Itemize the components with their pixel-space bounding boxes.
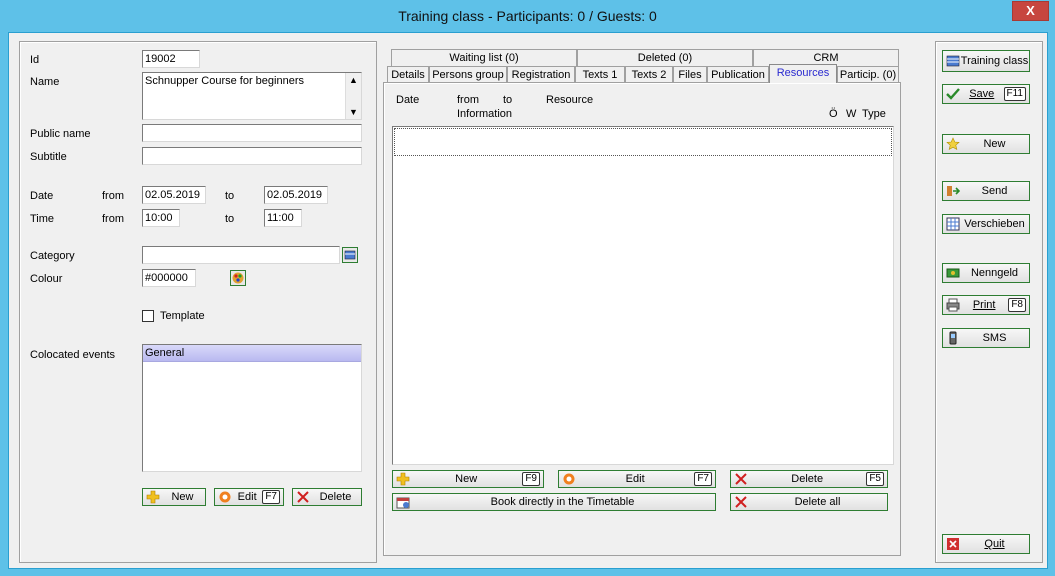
time-to-label: to bbox=[225, 213, 235, 225]
left-panel: Id 19002 Name Schnupper Course for begin… bbox=[19, 41, 377, 563]
star-icon bbox=[946, 137, 960, 151]
date-from-field[interactable]: 02.05.2019 bbox=[142, 186, 206, 204]
subtitle-field[interactable] bbox=[142, 147, 362, 165]
colocated-label: Colocated events bbox=[30, 349, 115, 361]
col-o: Ö bbox=[829, 108, 838, 120]
palette-icon bbox=[232, 272, 244, 284]
category-label: Category bbox=[30, 250, 75, 262]
resource-delete-button[interactable]: Delete F5 bbox=[730, 470, 888, 488]
training-class-button[interactable]: Training class bbox=[942, 50, 1030, 72]
tab-texts-1[interactable]: Texts 1 bbox=[575, 66, 625, 83]
resources-list[interactable] bbox=[392, 126, 894, 465]
delete-icon bbox=[297, 491, 309, 503]
tab-files[interactable]: Files bbox=[673, 66, 707, 83]
quit-button[interactable]: Quit bbox=[942, 534, 1030, 554]
time-from-field[interactable]: 10:00 bbox=[142, 209, 180, 227]
public-name-label: Public name bbox=[30, 128, 91, 140]
grid-icon bbox=[946, 217, 960, 231]
col-type: Type bbox=[862, 108, 886, 120]
col-from: from bbox=[457, 94, 479, 106]
edit-icon bbox=[563, 473, 575, 485]
date-to-field[interactable]: 02.05.2019 bbox=[264, 186, 328, 204]
resource-delete-all-button[interactable]: Delete all bbox=[730, 493, 888, 511]
calendar-icon bbox=[396, 497, 410, 509]
list-icon bbox=[946, 55, 960, 67]
template-checkbox[interactable] bbox=[142, 310, 154, 322]
scroll-down-icon[interactable]: ▼ bbox=[346, 105, 361, 119]
resource-new-button[interactable]: New F9 bbox=[392, 470, 544, 488]
name-field[interactable]: Schnupper Course for beginners ▲ ▼ bbox=[142, 72, 362, 120]
send-button[interactable]: Send bbox=[942, 181, 1030, 201]
tab-particip[interactable]: Particip. (0) bbox=[837, 66, 899, 83]
name-label: Name bbox=[30, 76, 60, 88]
tab-waiting-list[interactable]: Waiting list (0) bbox=[391, 49, 577, 66]
time-from-label: from bbox=[102, 213, 124, 225]
tab-publication[interactable]: Publication bbox=[707, 66, 769, 83]
date-from-label: from bbox=[102, 190, 124, 202]
tab-deleted[interactable]: Deleted (0) bbox=[577, 49, 753, 66]
category-picker-button[interactable] bbox=[342, 247, 358, 263]
category-field[interactable] bbox=[142, 246, 340, 264]
new-button[interactable]: New bbox=[942, 134, 1030, 154]
tab-registration[interactable]: Registration bbox=[507, 66, 575, 83]
plus-icon bbox=[396, 472, 410, 486]
col-date: Date bbox=[396, 94, 420, 106]
colour-label: Colour bbox=[30, 273, 63, 285]
date-label: Date bbox=[30, 190, 54, 202]
id-field[interactable]: 19002 bbox=[142, 50, 200, 68]
list-item[interactable]: General bbox=[143, 345, 361, 362]
name-scrollbar[interactable]: ▲ ▼ bbox=[345, 73, 361, 119]
colocated-new-button[interactable]: New bbox=[142, 488, 206, 506]
tab-resources[interactable]: Resources bbox=[769, 64, 837, 83]
colour-field[interactable]: #000000 bbox=[142, 269, 196, 287]
col-to: to bbox=[503, 94, 513, 106]
col-information: Information bbox=[457, 108, 513, 120]
book-timetable-button[interactable]: Book directly in the Timetable bbox=[392, 493, 716, 511]
list-item[interactable] bbox=[394, 128, 892, 156]
date-to-label: to bbox=[225, 190, 235, 202]
resource-edit-button[interactable]: Edit F7 bbox=[558, 470, 716, 488]
time-to-field[interactable]: 11:00 bbox=[264, 209, 302, 227]
id-label: Id bbox=[30, 54, 40, 66]
close-button[interactable]: X bbox=[1012, 1, 1049, 21]
colour-picker-button[interactable] bbox=[230, 270, 246, 286]
money-icon bbox=[946, 268, 960, 278]
sms-button[interactable]: SMS bbox=[942, 328, 1030, 348]
action-sidebar: Training class Save F11 New Send Verschi… bbox=[935, 41, 1043, 563]
subtitle-label: Subtitle bbox=[30, 151, 67, 163]
phone-icon bbox=[949, 331, 957, 345]
public-name-field[interactable] bbox=[142, 124, 362, 142]
quit-icon bbox=[947, 538, 959, 550]
save-button[interactable]: Save F11 bbox=[942, 84, 1030, 104]
checkmark-icon bbox=[946, 88, 960, 100]
resources-panel: Date from to Resource Information Ö W Ty… bbox=[383, 82, 901, 556]
colocated-edit-button[interactable]: Edit F7 bbox=[214, 488, 284, 506]
colocated-delete-button[interactable]: Delete bbox=[292, 488, 362, 506]
window-title: Training class - Participants: 0 / Guest… bbox=[398, 8, 657, 24]
name-value: Schnupper Course for beginners bbox=[145, 75, 304, 87]
delete-icon bbox=[735, 496, 747, 508]
window-client: Id 19002 Name Schnupper Course for begin… bbox=[8, 32, 1048, 569]
tab-texts-2[interactable]: Texts 2 bbox=[625, 66, 673, 83]
edit-icon bbox=[219, 491, 231, 503]
time-label: Time bbox=[30, 213, 55, 225]
close-icon: X bbox=[1026, 3, 1035, 18]
printer-icon bbox=[946, 298, 960, 312]
colocated-list[interactable]: General bbox=[142, 344, 362, 472]
send-icon bbox=[947, 186, 960, 196]
scroll-up-icon[interactable]: ▲ bbox=[346, 73, 361, 87]
col-w: W bbox=[846, 108, 857, 120]
plus-icon bbox=[146, 490, 160, 504]
list-icon bbox=[344, 250, 356, 260]
tab-persons-group[interactable]: Persons group bbox=[429, 66, 507, 83]
col-resource: Resource bbox=[546, 94, 594, 106]
tab-details[interactable]: Details bbox=[387, 66, 429, 83]
delete-icon bbox=[735, 473, 747, 485]
nenngeld-button[interactable]: Nenngeld bbox=[942, 263, 1030, 283]
template-label: Template bbox=[160, 310, 205, 322]
verschieben-button[interactable]: Verschieben bbox=[942, 214, 1030, 234]
print-button[interactable]: Print F8 bbox=[942, 295, 1030, 315]
